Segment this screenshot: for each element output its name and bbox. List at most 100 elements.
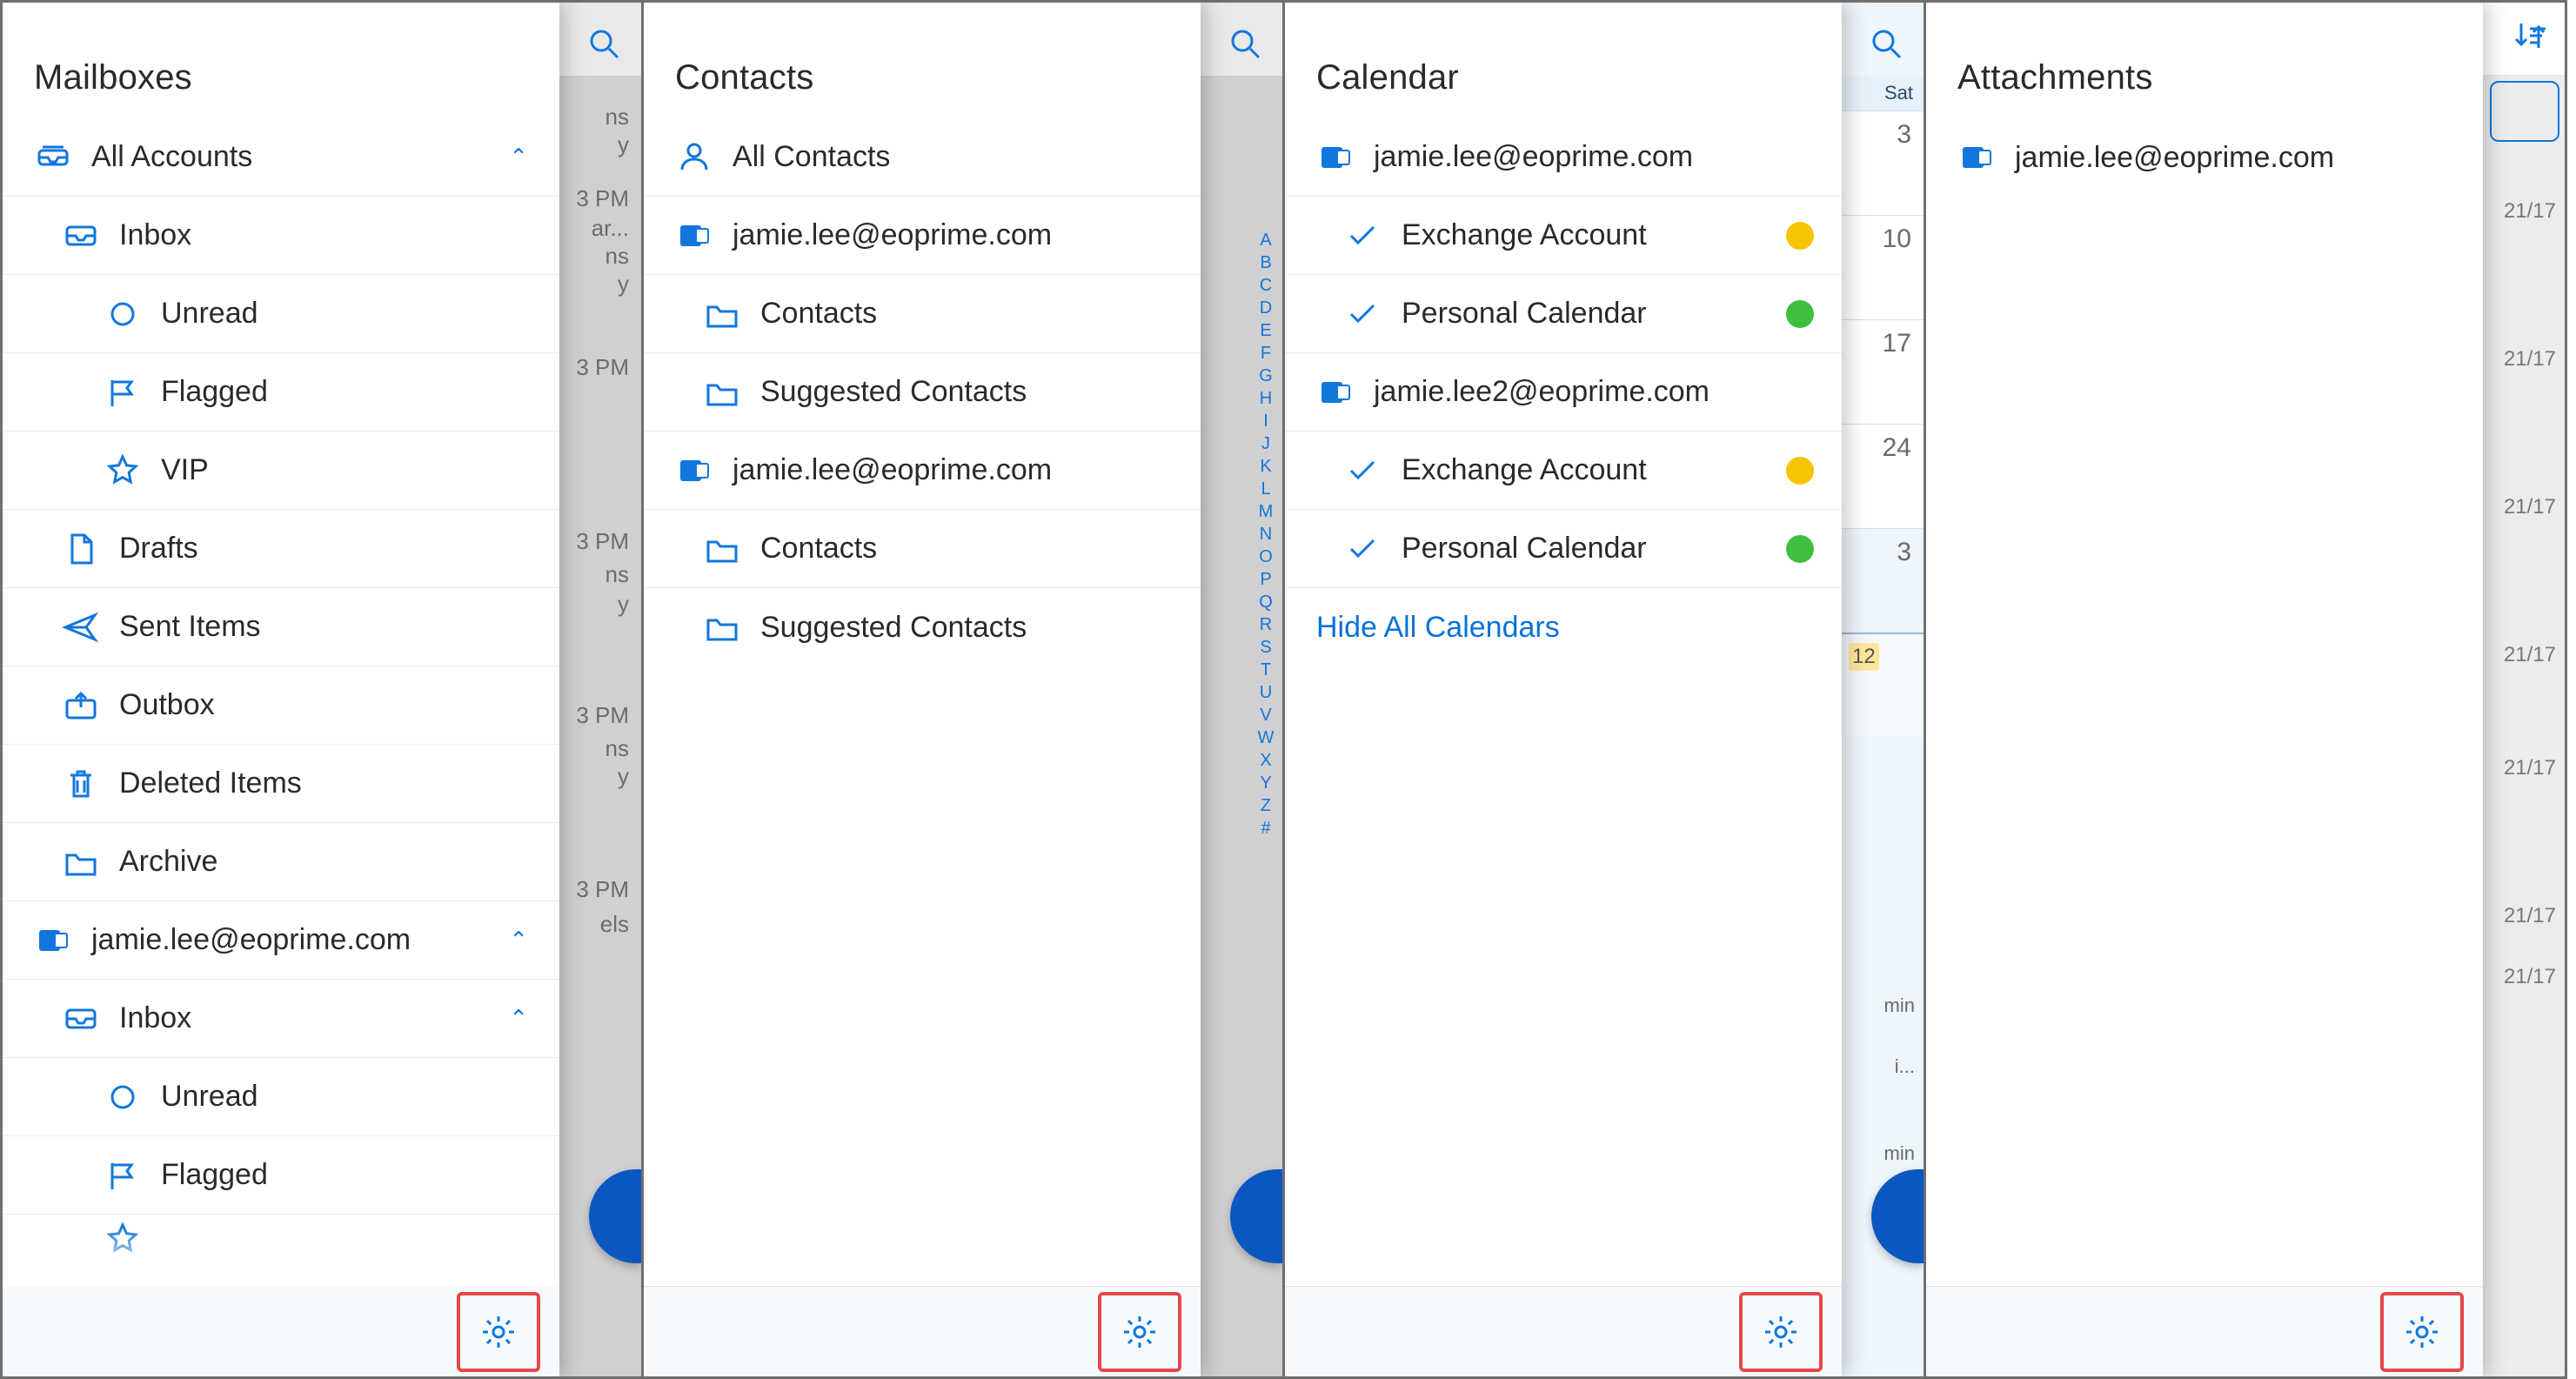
peek-text: ns <box>606 243 629 270</box>
settings-button-highlight[interactable] <box>1739 1292 1823 1372</box>
az-letter[interactable]: G <box>1253 365 1279 387</box>
compose-fab[interactable] <box>1871 1169 1924 1263</box>
flag-icon <box>104 1156 142 1195</box>
az-letter[interactable]: N <box>1253 523 1279 546</box>
az-letter[interactable]: P <box>1253 568 1279 591</box>
gear-icon <box>1762 1313 1800 1351</box>
day-cell[interactable]: 17 <box>1842 319 1924 424</box>
peek-date: 21/17 <box>2504 756 2556 780</box>
peek-text: 3 PM <box>576 185 629 212</box>
mailbox-inbox[interactable]: Inbox <box>3 197 559 275</box>
row-label: Flagged <box>161 375 535 409</box>
inbox-icon <box>62 1000 100 1038</box>
hide-all-calendars[interactable]: Hide All Calendars <box>1285 588 1842 666</box>
day-cell[interactable]: 24 <box>1842 424 1924 528</box>
chevron-up-icon[interactable]: ⌃ <box>509 144 535 171</box>
az-letter[interactable]: J <box>1253 432 1279 455</box>
az-letter[interactable]: D <box>1253 297 1279 319</box>
calendar-account-1[interactable]: jamie.lee@eoprime.com <box>1285 118 1842 197</box>
mail-list-peek: ns y 3 PM ar... ns y 3 PM 3 PM ns y 3 PM… <box>559 76 641 1376</box>
mailbox-flagged-2[interactable]: Flagged <box>3 1136 559 1215</box>
az-letter[interactable]: W <box>1253 726 1279 749</box>
calendar-personal-2[interactable]: Personal Calendar <box>1285 510 1842 588</box>
az-index[interactable]: ABCDEFGHIJKLMNOPQRSTUVWXYZ# <box>1253 229 1279 840</box>
person-icon <box>675 138 713 177</box>
mailbox-unread-2[interactable]: Unread <box>3 1058 559 1136</box>
az-letter[interactable]: # <box>1253 817 1279 840</box>
az-letter[interactable]: U <box>1253 681 1279 704</box>
day-cell[interactable]: 3 <box>1842 110 1924 215</box>
folder-icon <box>703 608 741 646</box>
az-letter[interactable]: A <box>1253 229 1279 251</box>
mailbox-deleted[interactable]: Deleted Items <box>3 745 559 823</box>
az-letter[interactable]: T <box>1253 659 1279 681</box>
az-letter[interactable]: Q <box>1253 591 1279 613</box>
contacts-folder-2[interactable]: Contacts <box>644 510 1201 588</box>
settings-button-highlight[interactable] <box>1098 1292 1181 1372</box>
az-letter[interactable]: S <box>1253 636 1279 659</box>
mailbox-unread[interactable]: Unread <box>3 275 559 353</box>
folder-icon <box>703 530 741 568</box>
attachments-account[interactable]: jamie.lee@eoprime.com <box>1926 118 2483 197</box>
mailbox-drafts[interactable]: Drafts <box>3 510 559 588</box>
exchange-icon <box>1316 142 1355 173</box>
mailbox-outbox[interactable]: Outbox <box>3 666 559 745</box>
panel-title: Contacts <box>644 23 1201 118</box>
calendar-personal-1[interactable]: Personal Calendar <box>1285 275 1842 353</box>
contacts-folder[interactable]: Contacts <box>644 275 1201 353</box>
peek-date: 21/17 <box>2504 347 2556 372</box>
az-letter[interactable]: X <box>1253 749 1279 772</box>
az-letter[interactable]: R <box>1253 613 1279 636</box>
calendar-exchange-2[interactable]: Exchange Account <box>1285 432 1842 510</box>
mailbox-vip-2[interactable] <box>3 1215 559 1263</box>
contacts-suggested[interactable]: Suggested Contacts <box>644 353 1201 432</box>
az-letter[interactable]: C <box>1253 274 1279 297</box>
mailbox-all-accounts[interactable]: All Accounts ⌃ <box>3 118 559 197</box>
chevron-up-icon[interactable]: ⌃ <box>509 1005 535 1032</box>
contacts-suggested-2[interactable]: Suggested Contacts <box>644 588 1201 666</box>
az-letter[interactable]: K <box>1253 455 1279 478</box>
az-letter[interactable]: M <box>1253 500 1279 523</box>
day-cell[interactable]: 10 <box>1842 215 1924 319</box>
outbox-icon <box>62 686 100 725</box>
contacts-account-1[interactable]: jamie.lee@eoprime.com <box>644 197 1201 275</box>
chevron-up-icon[interactable]: ⌃ <box>509 927 535 954</box>
peek-min: min <box>1884 1142 1915 1165</box>
agenda-date: 12 <box>1849 643 1879 671</box>
sort-icon[interactable] <box>2512 18 2551 63</box>
day-cell[interactable]: 3 <box>1842 528 1924 633</box>
mailbox-vip[interactable]: VIP <box>3 432 559 510</box>
az-letter[interactable]: V <box>1253 704 1279 726</box>
compose-fab[interactable] <box>589 1169 641 1263</box>
circle-icon <box>104 1078 142 1116</box>
mailbox-archive[interactable]: Archive <box>3 823 559 901</box>
mailbox-sent[interactable]: Sent Items <box>3 588 559 666</box>
contacts-account-2[interactable]: jamie.lee@eoprime.com <box>644 432 1201 510</box>
circle-icon <box>104 295 142 333</box>
compose-fab[interactable] <box>1230 1169 1282 1263</box>
filter-chip[interactable] <box>2490 81 2559 142</box>
calendar-exchange-1[interactable]: Exchange Account <box>1285 197 1842 275</box>
az-letter[interactable]: L <box>1253 478 1279 500</box>
row-label: Drafts <box>119 532 535 566</box>
row-label: Contacts <box>760 297 1176 331</box>
az-letter[interactable]: I <box>1253 410 1279 432</box>
settings-button-highlight[interactable] <box>457 1292 540 1372</box>
agenda-row[interactable]: 12 <box>1842 633 1924 737</box>
az-letter[interactable]: E <box>1253 319 1279 342</box>
flag-icon <box>104 373 142 412</box>
mailbox-flagged[interactable]: Flagged <box>3 353 559 432</box>
mailbox-inbox-2[interactable]: Inbox ⌃ <box>3 980 559 1058</box>
az-letter[interactable]: B <box>1253 251 1279 274</box>
calendar-account-2[interactable]: jamie.lee2@eoprime.com <box>1285 353 1842 432</box>
peek-min: i... <box>1895 1055 1915 1078</box>
mailbox-account-jamie[interactable]: jamie.lee@eoprime.com ⌃ <box>3 901 559 980</box>
contacts-all[interactable]: All Contacts <box>644 118 1201 197</box>
settings-button-highlight[interactable] <box>2380 1292 2464 1372</box>
az-letter[interactable]: Z <box>1253 794 1279 817</box>
az-letter[interactable]: O <box>1253 546 1279 568</box>
inbox-stack-icon <box>34 138 72 177</box>
az-letter[interactable]: Y <box>1253 772 1279 794</box>
az-letter[interactable]: H <box>1253 387 1279 410</box>
az-letter[interactable]: F <box>1253 342 1279 365</box>
